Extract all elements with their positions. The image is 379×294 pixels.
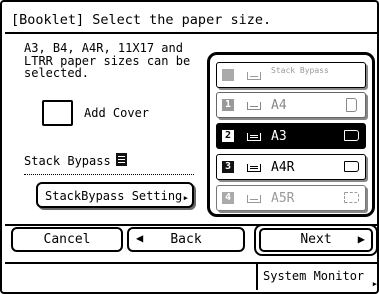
next-label: Next bbox=[300, 232, 332, 247]
system-monitor-button[interactable]: System Monitor ▶ bbox=[256, 264, 379, 290]
chevron-right-icon: ▶ bbox=[372, 280, 377, 288]
paper-source-2[interactable]: 2 A3 bbox=[216, 123, 366, 149]
divider bbox=[24, 174, 194, 175]
tray-icon bbox=[247, 164, 261, 172]
message-line-3: selected. bbox=[24, 66, 90, 80]
paper-source-bypass[interactable]: Stack Bypass bbox=[216, 62, 366, 88]
tray-icon bbox=[247, 72, 261, 80]
paper-source-panel: Stack Bypass 1 A4 2 A3 3 A4R 4 A5R bbox=[207, 52, 375, 217]
tray-icon bbox=[247, 195, 261, 203]
stack-bypass-label: Stack Bypass bbox=[24, 154, 111, 168]
add-cover-checkbox[interactable] bbox=[42, 100, 73, 126]
stack-bypass-settings-button[interactable]: StackBypass Setting ▶ bbox=[36, 182, 194, 208]
paper-source-1[interactable]: 1 A4 bbox=[216, 92, 366, 118]
source-number-icon bbox=[222, 69, 234, 81]
tray-icon bbox=[247, 102, 261, 110]
landscape-orientation-icon bbox=[344, 161, 359, 172]
chevron-right-icon: ▶ bbox=[183, 194, 188, 202]
stack-bypass-settings-label: StackBypass Setting bbox=[45, 189, 183, 203]
source-number-icon: 2 bbox=[222, 130, 234, 142]
instruction-message: A3, B4, A4R, 11X17 and LTRR paper sizes … bbox=[24, 42, 194, 80]
page-title: [Booklet] Select the paper size. bbox=[5, 6, 377, 34]
paper-source-3[interactable]: 3 A4R bbox=[216, 154, 366, 180]
add-cover-label: Add Cover bbox=[84, 106, 150, 120]
chevron-left-icon: ◀ bbox=[136, 231, 144, 245]
bypass-tray-icon bbox=[116, 153, 127, 166]
paper-size-label: A5R bbox=[271, 191, 295, 206]
message-line-1: A3, B4, A4R, 11X17 and bbox=[24, 41, 183, 55]
next-button[interactable]: Next ▶ bbox=[259, 228, 373, 252]
portrait-orientation-icon bbox=[346, 98, 357, 112]
source-number-icon: 3 bbox=[222, 161, 234, 173]
cancel-label: Cancel bbox=[43, 232, 91, 247]
chevron-right-icon: ▶ bbox=[357, 232, 365, 246]
landscape-orientation-icon bbox=[344, 192, 359, 203]
back-button[interactable]: ◀ Back bbox=[127, 227, 245, 252]
landscape-orientation-icon bbox=[344, 130, 359, 141]
back-label: Back bbox=[170, 232, 202, 247]
paper-source-4[interactable]: 4 A5R bbox=[216, 185, 366, 211]
screen: [Booklet] Select the paper size. A3, B4,… bbox=[0, 0, 379, 294]
system-monitor-label: System Monitor bbox=[263, 269, 365, 283]
cancel-button[interactable]: Cancel bbox=[11, 227, 123, 252]
next-button-frame: Next ▶ bbox=[254, 224, 378, 256]
tray-icon bbox=[247, 133, 261, 141]
paper-size-label: A4 bbox=[271, 98, 287, 113]
source-number-icon: 1 bbox=[222, 99, 234, 111]
paper-size-label: Stack Bypass bbox=[271, 66, 329, 75]
paper-size-label: A3 bbox=[271, 129, 287, 144]
paper-size-label: A4R bbox=[271, 160, 295, 175]
source-number-icon: 4 bbox=[222, 192, 234, 204]
